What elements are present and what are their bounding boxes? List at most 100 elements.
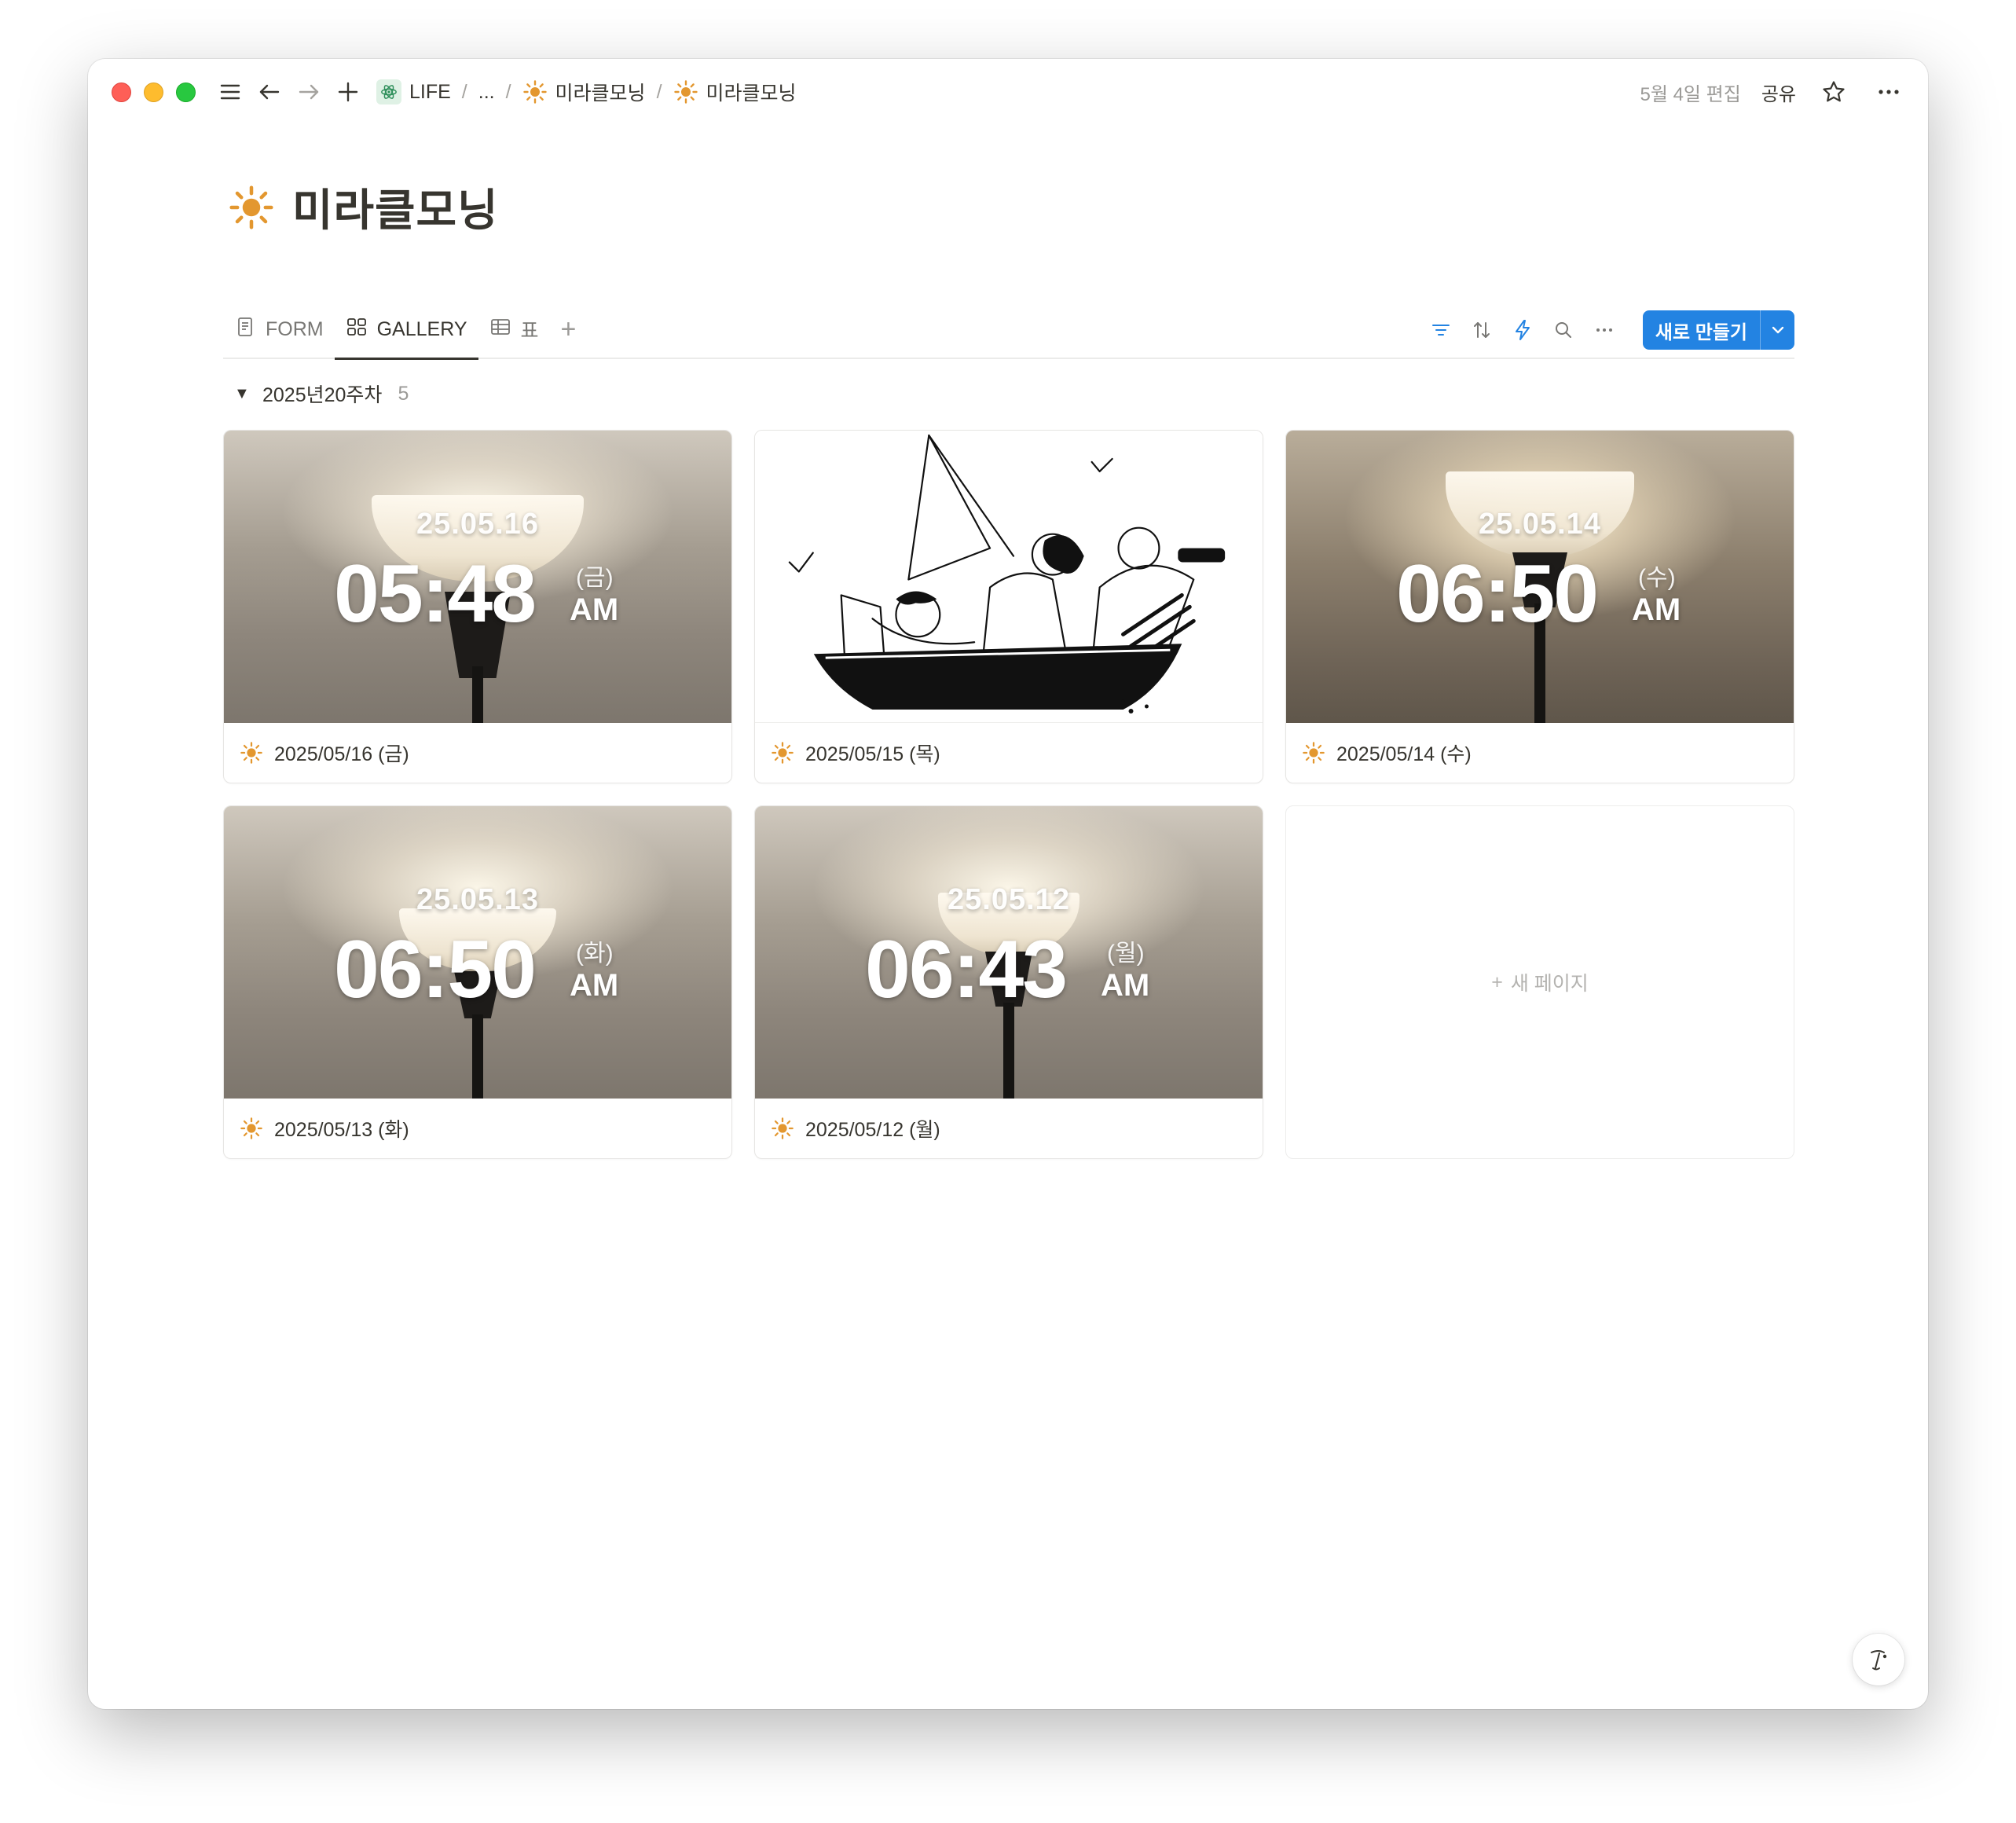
new-page-card[interactable]: + 새 페이지	[1285, 805, 1794, 1159]
filter-icon[interactable]	[1428, 317, 1454, 343]
card-title-text: 2025/05/16 (금)	[274, 743, 409, 765]
boat-illustration	[788, 434, 1226, 713]
forward-arrow-icon[interactable]	[291, 75, 326, 109]
clock-overlay: 25.05.14 06:50 (수) AM	[1286, 431, 1794, 723]
card-cover-image: 25.05.16 05:48 (금) AM	[224, 431, 731, 723]
card-title[interactable]: 2025/05/12 (월)	[755, 1099, 1263, 1158]
new-page-label: 새 페이지	[1510, 973, 1589, 995]
overlay-ampm: AM	[570, 592, 619, 627]
breadcrumb-separator: /	[656, 80, 662, 103]
card-title-text: 2025/05/14 (수)	[1336, 743, 1472, 765]
card-title[interactable]: 2025/05/13 (화)	[224, 1099, 731, 1158]
tab-label: FORM	[266, 317, 324, 340]
overlay-ampm: AM	[1632, 592, 1681, 627]
group-header[interactable]: ▼ 2025년20주차 5	[234, 380, 409, 408]
tab-gallery[interactable]: GALLERY	[334, 301, 478, 360]
card-title-text: 2025/05/13 (화)	[274, 1119, 409, 1141]
card-title[interactable]: 2025/05/16 (금)	[224, 723, 731, 783]
star-icon[interactable]	[1816, 75, 1851, 109]
breadcrumb-label: LIFE	[409, 80, 451, 103]
breadcrumb-label: 미라클모닝	[555, 83, 646, 105]
gallery-card[interactable]: 25.05.12 06:43 (월) AM 2025/05/12 (월)	[754, 805, 1263, 1159]
ai-face-icon	[1871, 1650, 1887, 1671]
sun-icon	[240, 1117, 263, 1140]
overlay-time: 06:50	[1396, 548, 1599, 640]
breadcrumb-label: ...	[478, 80, 495, 103]
tab-form[interactable]: FORM	[223, 301, 335, 358]
maximize-window-button[interactable]	[176, 82, 196, 102]
clock-overlay: 25.05.13 06:50 (화) AM	[224, 806, 731, 1099]
sun-icon	[673, 79, 698, 105]
clock-overlay: 25.05.16 05:48 (금) AM	[224, 431, 731, 723]
overlay-date: 25.05.12	[948, 883, 1070, 916]
sun-icon	[240, 741, 263, 765]
collapse-triangle-icon[interactable]: ▼	[234, 385, 253, 403]
group-count: 5	[398, 382, 409, 405]
tab-table[interactable]: 표	[478, 301, 550, 358]
breadcrumb-separator: /	[461, 80, 467, 103]
card-title[interactable]: 2025/05/14 (수)	[1286, 723, 1794, 783]
gallery-card[interactable]: 2025/05/15 (목)	[754, 430, 1263, 783]
sun-icon[interactable]	[228, 184, 275, 231]
automation-lightning-icon[interactable]	[1509, 317, 1536, 343]
plus-icon: +	[1491, 970, 1503, 993]
overlay-ampm: AM	[1101, 968, 1150, 1003]
view-tools: 새로 만들기	[1428, 310, 1794, 350]
breadcrumb-miracle-morning-parent[interactable]: 미라클모닝	[518, 75, 651, 109]
menu-icon[interactable]	[213, 75, 247, 109]
breadcrumb: LIFE / ... / 미라클모닝 / 미라클모닝	[372, 75, 801, 109]
minimize-window-button[interactable]	[144, 82, 163, 102]
atom-icon	[376, 79, 401, 105]
page-title[interactable]: 미라클모닝	[292, 175, 499, 239]
overlay-date: 25.05.14	[1479, 508, 1601, 541]
close-window-button[interactable]	[112, 82, 131, 102]
overlay-date: 25.05.13	[416, 883, 539, 916]
gallery-card[interactable]: 25.05.14 06:50 (수) AM 2025/05/14 (수)	[1285, 430, 1794, 783]
more-options-icon[interactable]	[1591, 317, 1618, 343]
gallery-card[interactable]: 25.05.13 06:50 (화) AM 2025/05/13 (화)	[223, 805, 732, 1159]
ai-assistant-button[interactable]	[1853, 1634, 1904, 1685]
card-cover-illustration	[755, 431, 1263, 723]
card-cover-image: 25.05.12 06:43 (월) AM	[755, 806, 1263, 1099]
overlay-day: (수)	[1638, 565, 1676, 591]
title-bar: LIFE / ... / 미라클모닝 / 미라클모닝 5월 4일 편집 공유	[88, 59, 1928, 125]
database-view-bar: FORM GALLERY 표 + 새로 만들기	[223, 301, 1794, 360]
breadcrumb-label: 미라클모닝	[706, 83, 797, 105]
chevron-down-icon[interactable]	[1760, 310, 1794, 350]
titlebar-actions: 5월 4일 편집 공유	[1640, 75, 1906, 109]
sort-icon[interactable]	[1468, 317, 1495, 343]
breadcrumb-life[interactable]: LIFE	[372, 76, 456, 108]
breadcrumb-miracle-morning-current[interactable]: 미라클모닝	[669, 75, 801, 109]
sun-icon	[522, 79, 548, 105]
tab-label: GALLERY	[376, 317, 467, 340]
new-entry-button[interactable]: 새로 만들기	[1642, 310, 1794, 350]
app-window: LIFE / ... / 미라클모닝 / 미라클모닝 5월 4일 편집 공유 미…	[88, 59, 1928, 1709]
new-tab-plus-icon[interactable]	[331, 75, 365, 109]
more-options-icon[interactable]	[1871, 75, 1906, 109]
nav-controls	[213, 75, 365, 109]
search-icon[interactable]	[1550, 317, 1577, 343]
add-view-button[interactable]: +	[550, 301, 588, 358]
gallery-grid: 25.05.16 05:48 (금) AM 2025/05/16 (금) 202…	[223, 430, 1794, 1159]
card-cover-image: 25.05.14 06:50 (수) AM	[1286, 431, 1794, 723]
gallery-icon	[346, 316, 368, 343]
new-button-label[interactable]: 새로 만들기	[1643, 310, 1760, 350]
share-button[interactable]: 공유	[1761, 79, 1796, 106]
back-arrow-icon[interactable]	[252, 75, 287, 109]
breadcrumb-separator: /	[505, 80, 511, 103]
overlay-time: 06:43	[865, 924, 1068, 1015]
sun-icon	[771, 1117, 794, 1140]
clock-overlay: 25.05.12 06:43 (월) AM	[755, 806, 1263, 1099]
breadcrumb-ellipsis[interactable]: ...	[474, 78, 500, 107]
last-edited-text[interactable]: 5월 4일 편집	[1640, 79, 1740, 106]
card-title[interactable]: 2025/05/15 (목)	[755, 723, 1263, 783]
tab-label: 표	[520, 320, 539, 342]
overlay-time: 06:50	[334, 924, 537, 1015]
table-icon	[489, 316, 511, 343]
overlay-day: (금)	[576, 565, 614, 591]
gallery-card[interactable]: 25.05.16 05:48 (금) AM 2025/05/16 (금)	[223, 430, 732, 783]
card-title-text: 2025/05/12 (월)	[805, 1119, 940, 1141]
group-name: 2025년20주차	[262, 384, 383, 406]
card-title-text: 2025/05/15 (목)	[805, 743, 940, 765]
overlay-time: 05:48	[334, 548, 537, 640]
